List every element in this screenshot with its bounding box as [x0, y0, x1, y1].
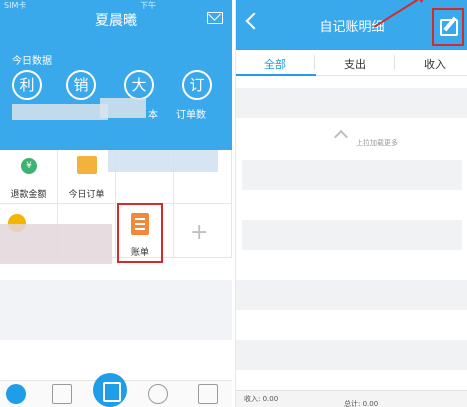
active-tab-underline — [236, 74, 316, 76]
bill-icon — [131, 213, 149, 235]
refund-icon: ¥ — [21, 158, 37, 174]
blurred-region — [242, 220, 462, 250]
tab-chart-icon[interactable] — [148, 384, 168, 404]
summary-footer: 收入: 0.00 总计: 0.00 — [236, 390, 467, 407]
zhangdan-label: 账单 — [130, 248, 149, 258]
grid-item-refund[interactable]: ¥ 退款金额 — [0, 150, 58, 204]
right-phone-screen: 自记账明细 全部 支出 收入 上拉加载更多 收入: 0.00 总计: 0.00 — [235, 0, 467, 407]
blurred-region — [236, 280, 467, 310]
blurred-region — [100, 98, 146, 118]
page-title: 夏晨曦 — [95, 13, 137, 29]
tab-expense[interactable]: 支出 — [344, 56, 366, 72]
tab-profile-icon[interactable] — [198, 384, 218, 404]
stat-circle-orders[interactable]: 订 — [182, 70, 212, 100]
tab-income[interactable]: 收入 — [424, 56, 446, 72]
left-phone-screen: SIM卡 下午 夏晨曦 今日数据 利 销 大 订 本 订单数 ¥ 退款金额 今日… — [0, 0, 232, 407]
blurred-region — [236, 88, 467, 118]
tab-divider — [314, 55, 315, 70]
function-grid: ¥ 退款金额 今日订单 — [0, 150, 232, 360]
stat-circle-sales[interactable]: 销 — [66, 70, 96, 100]
tab-store-icon[interactable] — [52, 384, 72, 404]
grid-item-label: 退款金额 — [10, 190, 47, 200]
blurred-region — [108, 150, 218, 172]
stat-label-order-count: 订单数 — [176, 110, 206, 121]
tab-home-icon[interactable] — [6, 384, 26, 404]
blurred-region — [0, 224, 112, 264]
add-icon[interactable]: + — [190, 220, 208, 245]
stat-label-cost: 本 — [148, 110, 158, 121]
stat-circle-big[interactable]: 大 — [124, 70, 154, 100]
tab-all[interactable]: 全部 — [264, 56, 286, 72]
footer-income-text: 收入: 0.00 — [244, 395, 279, 403]
footer-total-text: 总计: 0.00 — [344, 400, 379, 407]
stat-circle-profit[interactable]: 利 — [12, 70, 42, 100]
blurred-region — [0, 280, 232, 340]
folder-icon — [77, 156, 97, 174]
edit-button[interactable] — [432, 8, 464, 46]
bottom-tab-bar — [0, 373, 232, 407]
right-header: 自记账明细 — [236, 0, 467, 50]
pull-up-arrow-icon — [333, 129, 349, 145]
mail-icon[interactable] — [207, 12, 223, 24]
screenshot-composite: SIM卡 下午 夏晨曦 今日数据 利 销 大 订 本 订单数 ¥ 退款金额 今日… — [0, 0, 467, 407]
zhangdan-button[interactable]: 账单 — [117, 203, 163, 263]
blurred-region — [12, 104, 108, 120]
pull-to-load-text: 上拉加载更多 — [356, 139, 398, 147]
filter-tabs: 全部 支出 收入 — [236, 50, 467, 76]
left-header: SIM卡 下午 夏晨曦 今日数据 利 销 大 订 本 订单数 — [0, 0, 232, 150]
today-data-label: 今日数据 — [12, 56, 52, 67]
tab-edit-icon[interactable] — [93, 373, 127, 407]
blurred-region — [236, 340, 467, 370]
blurred-region — [242, 160, 462, 190]
tab-divider — [394, 55, 395, 70]
grid-item-label: 今日订单 — [68, 190, 105, 200]
